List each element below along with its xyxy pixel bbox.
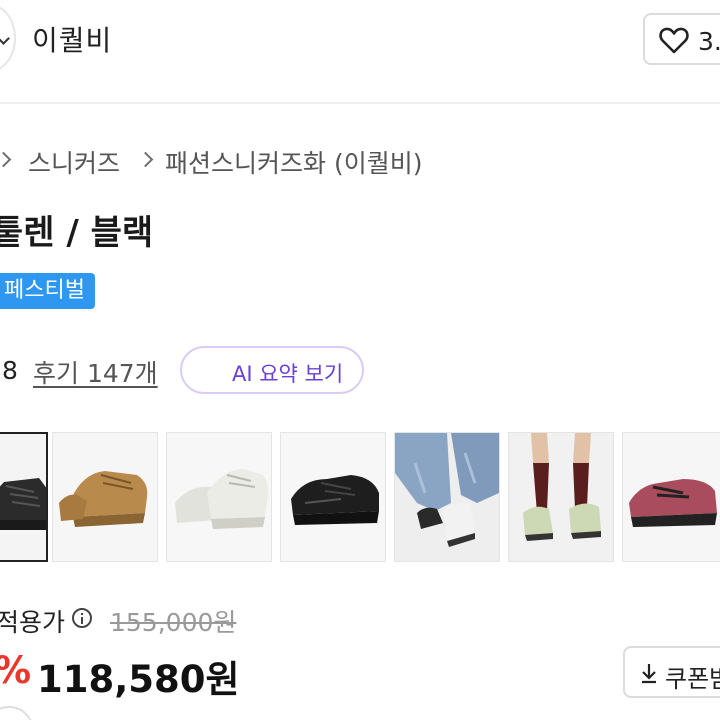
- coupon-label: 쿠폰받: [665, 665, 720, 693]
- thumbnail-model-jeans-sneaker[interactable]: [394, 432, 500, 562]
- review-link[interactable]: 후기 147개: [33, 354, 158, 390]
- heart-icon: [659, 27, 689, 54]
- thumbnail-tan-sneaker[interactable]: [52, 432, 158, 562]
- original-price: 155,000원: [110, 608, 237, 637]
- price-label: 적용가: [0, 608, 66, 637]
- breadcrumb-item[interactable]: 패션스니커즈화 (이퀄비): [165, 144, 422, 180]
- chevron-down-icon: [0, 32, 10, 45]
- header-divider: [0, 102, 720, 104]
- like-button[interactable]: 3.: [643, 13, 720, 65]
- like-count: 3.: [698, 27, 720, 56]
- ai-summary-button[interactable]: AI 요약 보기: [180, 346, 364, 394]
- breadcrumb: 스니커즈 패션스니커즈화 (이퀄비): [0, 142, 720, 178]
- header: 이퀄비 3.: [0, 0, 720, 80]
- rating-value: .8: [0, 356, 18, 385]
- floating-circle-button[interactable]: [0, 706, 34, 720]
- ai-summary-label: AI 요약 보기: [232, 362, 344, 386]
- chevron-right-icon: [0, 151, 12, 168]
- info-icon[interactable]: [72, 608, 92, 628]
- festival-badge: 페스티벌: [0, 273, 95, 309]
- thumbnail-model-socks-sneaker[interactable]: [508, 432, 614, 562]
- sale-price: 118,580원: [37, 658, 240, 701]
- product-page: 이퀄비 3. 스니커즈 패션스니커즈화 (이퀄비) 퉅렌 / 블랙 페스티벌 .…: [0, 0, 720, 720]
- thumbnail-black-sneaker[interactable]: [280, 432, 386, 562]
- thumbnail-strip: [0, 432, 720, 564]
- product-title: 퉅렌 / 블랙: [0, 213, 154, 253]
- breadcrumb-item[interactable]: 스니커즈: [28, 144, 120, 180]
- thumbnail-cream-sneaker[interactable]: [166, 432, 272, 562]
- brand-name[interactable]: 이퀄비: [32, 19, 112, 59]
- discount-rate: %: [0, 649, 31, 692]
- thumbnail-pink-sneaker[interactable]: [622, 432, 720, 562]
- thumbnail-black-chunky-sneaker[interactable]: [0, 432, 48, 562]
- chevron-right-icon: [137, 151, 154, 168]
- coupon-button[interactable]: 쿠폰받: [623, 646, 720, 698]
- download-icon: [642, 664, 656, 684]
- brand-logo[interactable]: [0, 4, 16, 72]
